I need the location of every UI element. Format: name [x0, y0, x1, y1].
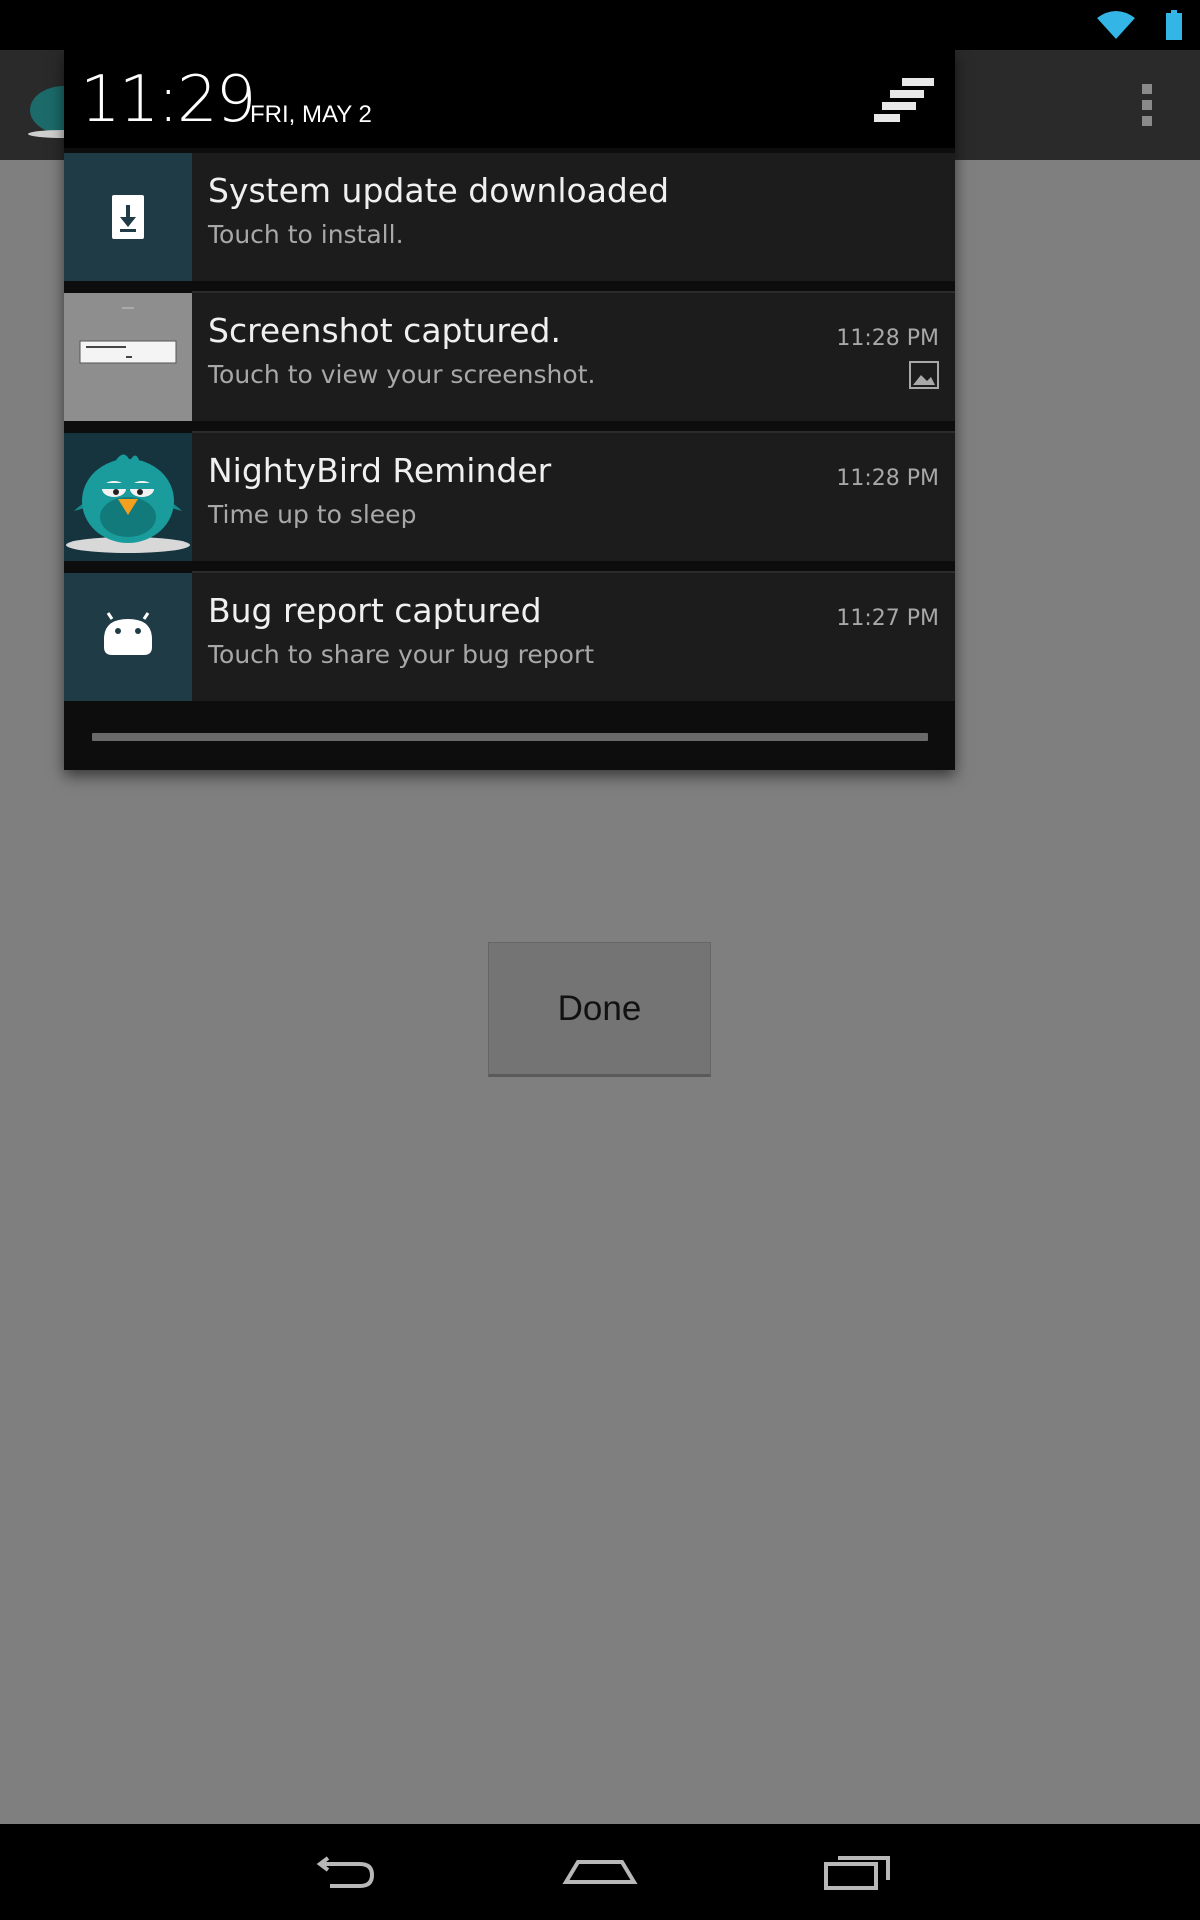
- recent-apps-icon[interactable]: [818, 1842, 898, 1898]
- notification-bug-report[interactable]: Bug report captured Touch to share your …: [64, 573, 955, 701]
- navigation-bar: [0, 1824, 1200, 1920]
- nightybird-icon: [64, 433, 192, 561]
- notification-title: NightyBird Reminder: [208, 451, 552, 490]
- notification-system-update[interactable]: System update downloaded Touch to instal…: [64, 153, 955, 281]
- notification-title: System update downloaded: [208, 171, 670, 210]
- notification-text: Time up to sleep: [208, 500, 417, 529]
- overflow-menu-icon[interactable]: [1142, 84, 1154, 128]
- notification-title: Screenshot captured.: [208, 311, 561, 350]
- screenshot-thumbnail: [64, 293, 192, 421]
- clock-time[interactable]: 11:29: [80, 66, 256, 134]
- status-bar: [0, 0, 1200, 50]
- back-icon[interactable]: [306, 1842, 386, 1898]
- system-update-icon: [64, 153, 192, 281]
- notification-time: 11:28 PM: [836, 326, 939, 351]
- battery-icon: [1166, 10, 1182, 40]
- notification-shade: 11:29 FRI, MAY 2 System update downloade…: [64, 50, 955, 770]
- notification-time: 11:28 PM: [836, 466, 939, 491]
- notification-title: Bug report captured: [208, 591, 542, 630]
- notification-time: 11:27 PM: [836, 606, 939, 631]
- notification-text: Touch to view your screenshot.: [208, 360, 596, 389]
- shade-header: 11:29 FRI, MAY 2: [64, 50, 955, 148]
- wifi-icon: [1097, 11, 1135, 39]
- notification-nightybird[interactable]: NightyBird Reminder Time up to sleep 11:…: [64, 433, 955, 561]
- done-button[interactable]: Done: [488, 942, 711, 1077]
- clock-date[interactable]: FRI, MAY 2: [250, 100, 372, 130]
- notification-text: Touch to install.: [208, 220, 404, 249]
- home-icon[interactable]: [560, 1842, 640, 1898]
- shade-drag-handle[interactable]: [92, 733, 928, 741]
- bug-report-icon: [64, 573, 192, 701]
- picture-icon: [909, 361, 939, 389]
- clear-all-notifications-icon[interactable]: [874, 76, 938, 126]
- notification-text: Touch to share your bug report: [208, 640, 595, 669]
- notification-screenshot[interactable]: Screenshot captured. Touch to view your …: [64, 293, 955, 421]
